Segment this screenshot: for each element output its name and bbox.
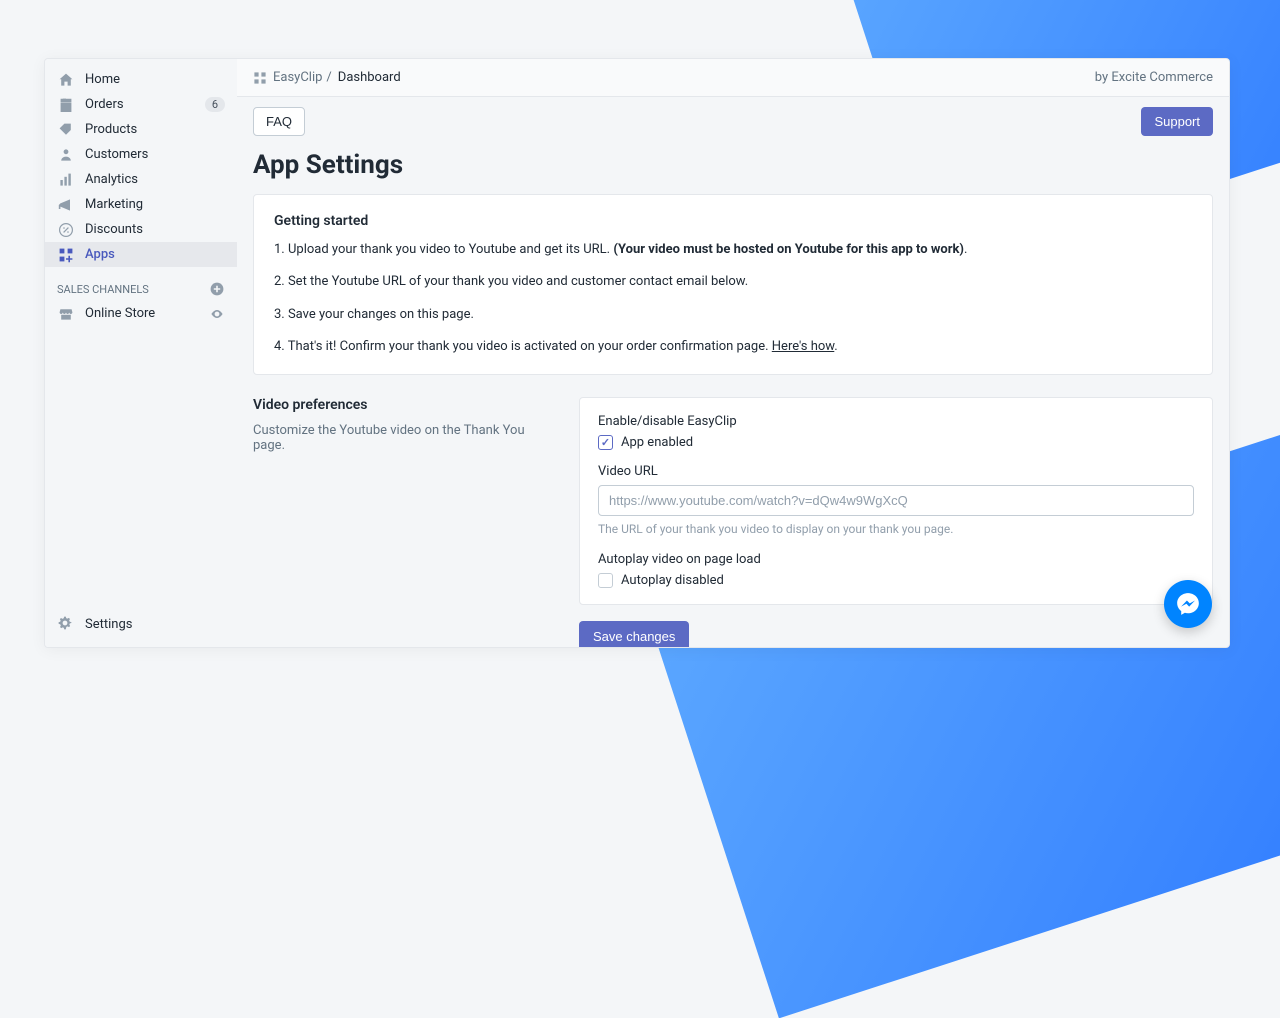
app-enabled-checkbox[interactable] [598,435,613,450]
settings-label: Settings [85,617,132,632]
customers-icon [57,146,75,164]
sidebar-item-label: Customers [85,147,148,162]
products-icon [57,121,75,139]
apps-icon [57,246,75,264]
getting-started-heading: Getting started [274,213,1192,229]
sidebar-item-label: Orders [85,97,124,112]
video-url-input[interactable] [598,485,1194,516]
orders-icon [57,96,75,114]
store-icon [57,305,75,323]
sidebar-item-customers[interactable]: Customers [45,142,237,167]
sidebar-item-discounts[interactable]: Discounts [45,217,237,242]
view-store-icon[interactable] [209,306,225,322]
autoplay-label: Autoplay disabled [621,573,724,588]
messenger-chat-button[interactable] [1164,580,1212,628]
video-prefs-heading: Video preferences [253,397,553,413]
getting-started-card: Getting started 1. Upload your thank you… [253,194,1213,375]
autoplay-checkbox[interactable] [598,573,613,588]
video-url-label: Video URL [598,464,1194,479]
video-prefs-sub: Customize the Youtube video on the Thank… [253,423,553,453]
sales-channels-label: SALES CHANNELS [57,283,149,296]
sidebar-item-label: Products [85,122,137,137]
video-prefs-aside: Video preferences Customize the Youtube … [253,397,553,647]
faq-button[interactable]: FAQ [253,107,305,136]
breadcrumb-app[interactable]: EasyClip [273,70,322,85]
vendor-attribution: by Excite Commerce [1095,70,1213,85]
step-4: 4. That's it! Confirm your thank you vid… [274,338,1192,356]
sales-channels-header: SALES CHANNELS [45,267,237,301]
gear-icon [57,615,75,633]
sidebar-item-analytics[interactable]: Analytics [45,167,237,192]
main-panel: EasyClip / Dashboard by Excite Commerce … [237,59,1229,647]
sidebar-settings[interactable]: Settings [45,605,237,647]
analytics-icon [57,171,75,189]
home-icon [57,71,75,89]
sidebar-item-marketing[interactable]: Marketing [45,192,237,217]
enable-label: Enable/disable EasyClip [598,414,1194,429]
sidebar-item-apps[interactable]: Apps [45,242,237,267]
orders-badge: 6 [205,97,225,112]
sidebar-item-products[interactable]: Products [45,117,237,142]
autoplay-heading: Autoplay video on page load [598,552,1194,567]
add-channel-icon[interactable] [209,281,225,297]
step-2: 2. Set the Youtube URL of your thank you… [274,273,1192,291]
breadcrumb-sep: / [326,70,331,85]
breadcrumb-current: Dashboard [338,70,401,85]
autoplay-row[interactable]: Autoplay disabled [598,573,1194,588]
app-breadcrumb-icon [253,71,267,85]
marketing-icon [57,196,75,214]
discounts-icon [57,221,75,239]
sidebar-item-label: Discounts [85,222,143,237]
sidebar-item-orders[interactable]: Orders 6 [45,92,237,117]
video-prefs-section: Video preferences Customize the Youtube … [253,397,1213,647]
heres-how-link[interactable]: Here's how [772,339,835,354]
sidebar: Home Orders 6 Products Customers Analy [45,59,237,647]
content-area: Getting started 1. Upload your thank you… [237,194,1229,647]
toolbar: FAQ Support [237,97,1229,136]
sidebar-channel-label: Online Store [85,306,155,321]
save-changes-button[interactable]: Save changes [579,621,689,647]
step-3: 3. Save your changes on this page. [274,306,1192,324]
sidebar-channel-online-store[interactable]: Online Store [45,301,237,326]
video-prefs-card: Enable/disable EasyClip App enabled Vide… [579,397,1213,605]
app-enabled-label: App enabled [621,435,693,450]
breadcrumb: EasyClip / Dashboard by Excite Commerce [237,59,1229,97]
step-1: 1. Upload your thank you video to Youtub… [274,241,1192,259]
support-button[interactable]: Support [1141,107,1213,136]
sidebar-item-label: Analytics [85,172,138,187]
page-title: App Settings [237,136,1229,194]
sidebar-item-label: Marketing [85,197,143,212]
sidebar-item-label: Apps [85,247,115,262]
sidebar-item-home[interactable]: Home [45,67,237,92]
video-url-helper: The URL of your thank you video to displ… [598,522,1194,536]
app-shell: Home Orders 6 Products Customers Analy [44,58,1230,648]
app-enabled-row[interactable]: App enabled [598,435,1194,450]
sidebar-item-label: Home [85,72,120,87]
